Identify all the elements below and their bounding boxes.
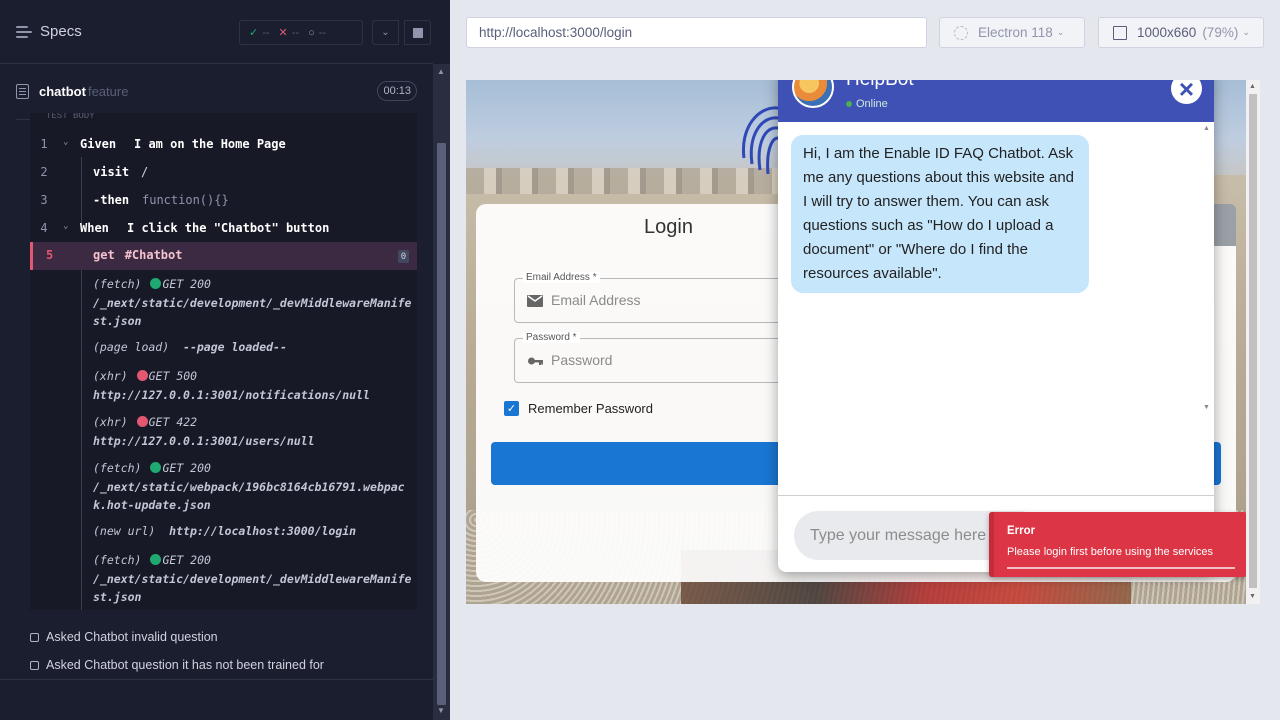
pending-test-icon	[30, 660, 39, 670]
password-field[interactable]: Password * Password	[514, 332, 814, 383]
failed-count: ✕ --	[278, 26, 300, 40]
chevron-down-button[interactable]: ⌄	[372, 20, 399, 45]
log-entry[interactable]: (fetch) GET 200 /_next/static/webpack/196…	[93, 459, 413, 515]
divider	[0, 679, 433, 680]
bot-name: HelpBot	[846, 80, 914, 91]
checkbox-checked-icon[interactable]: ✓	[504, 401, 519, 416]
scroll-up-arrow-icon[interactable]: ▲	[1203, 125, 1210, 132]
scroll-down-arrow-icon[interactable]: ▼	[1249, 593, 1256, 600]
bot-avatar	[792, 80, 834, 108]
bot-message: Hi, I am the Enable ID FAQ Chatbot. Ask …	[791, 135, 1089, 293]
email-field[interactable]: Email Address * Email Address	[514, 272, 814, 323]
toast-title: Error	[1007, 525, 1036, 537]
bot-status: Online	[846, 98, 888, 110]
command-name: visit	[93, 165, 130, 179]
toast-message: Please login first before using the serv…	[1007, 546, 1214, 558]
chatbot-close-button[interactable]: ×	[1171, 80, 1202, 104]
status-dot	[150, 554, 162, 565]
x-icon: ✕	[278, 27, 288, 39]
scroll-down-arrow-icon[interactable]: ▼	[437, 706, 445, 715]
section-label: TEST BODY	[46, 113, 95, 121]
electron-icon	[954, 25, 968, 40]
passed-count: ✓ --	[249, 26, 270, 40]
toast-accent	[989, 512, 994, 577]
divider	[778, 495, 1214, 496]
test-item[interactable]: Asked Chatbot invalid question	[30, 630, 218, 644]
online-dot-icon	[846, 101, 852, 107]
specs-header: Specs	[0, 0, 433, 64]
chevron-down-icon[interactable]: ⌄	[63, 137, 68, 147]
scroll-down-arrow-icon[interactable]: ▼	[1203, 404, 1210, 411]
indent-guide	[81, 157, 82, 229]
test-item[interactable]: Asked Chatbot question it has not been t…	[30, 658, 324, 672]
error-toast[interactable]: Error Please login first before using th…	[989, 512, 1247, 577]
mail-icon	[527, 295, 543, 307]
active-command[interactable]: 5 get #Chatbot 0	[30, 242, 417, 270]
scrollbar-thumb[interactable]	[437, 143, 446, 705]
scroll-up-arrow-icon[interactable]: ▲	[1249, 83, 1256, 90]
spec-extension: feature	[87, 83, 129, 99]
chatbot-window: HelpBot Online × Hi, I am the Enable ID …	[778, 80, 1214, 572]
ruler-icon	[1113, 25, 1127, 40]
command-arg: #Chatbot	[124, 248, 183, 262]
command-name: get	[93, 248, 115, 262]
status-dot	[136, 416, 148, 427]
pending-test-icon	[30, 632, 39, 642]
command-arg: /	[141, 165, 149, 179]
chevron-down-icon: ⌄	[381, 27, 390, 38]
chevron-down-icon: ⌄	[1242, 27, 1250, 37]
log-entry[interactable]: (xhr) GET 422 http://127.0.0.1:3001/users…	[93, 413, 413, 450]
status-dot	[150, 462, 162, 473]
viewport-selector[interactable]: 1000x660 (79%) ⌄	[1098, 17, 1264, 48]
log-entry[interactable]: (fetch) GET 200 /_next/static/development…	[93, 551, 413, 607]
command-name: -then	[93, 193, 130, 207]
login-title: Login	[644, 216, 693, 238]
chatbot-header: HelpBot Online ×	[778, 80, 1214, 122]
element-count-badge: 0	[398, 250, 409, 263]
step-keyword: When	[80, 221, 109, 235]
stop-button[interactable]	[404, 20, 431, 45]
scrollbar-thumb[interactable]	[1249, 94, 1257, 588]
chevron-down-icon[interactable]: ⌄	[63, 221, 68, 231]
document-icon	[16, 83, 29, 99]
step-text: I click the "Chatbot" button	[127, 221, 330, 235]
chevron-down-icon: ⌄	[1056, 27, 1065, 37]
chat-scrollbar[interactable]: ▲ ▼	[1202, 122, 1212, 414]
spinner-icon: ○	[308, 26, 315, 39]
command-log: TEST BODY 1 ⌄ Given I am on the Home Pag…	[30, 113, 417, 610]
app-under-test: http://localhost:3000/login Electron 118…	[450, 0, 1280, 720]
page-scrollbar[interactable]: ▲ ▼	[1246, 80, 1260, 604]
app-frame: Login Email Address * Email Address Pass…	[466, 80, 1260, 604]
command-arg: function(){}	[142, 193, 229, 207]
log-entry[interactable]: (new url) http://localhost:3000/login	[93, 522, 413, 541]
url-bar[interactable]: http://localhost:3000/login	[466, 17, 927, 48]
status-dot	[136, 370, 148, 381]
log-entry[interactable]: (page load) --page loaded--	[93, 338, 413, 357]
specs-title[interactable]: Specs	[40, 23, 82, 40]
status-dot	[150, 278, 162, 289]
log-entry[interactable]: (xhr) GET 500 http://127.0.0.1:3001/notif…	[93, 367, 413, 404]
stop-icon	[412, 27, 423, 38]
toast-progress-bar	[1007, 567, 1235, 569]
spec-duration: 00:13	[377, 81, 417, 101]
check-icon: ✓	[249, 27, 259, 39]
test-stats: ✓ -- ✕ -- ○ --	[239, 20, 363, 45]
indent-guide	[81, 270, 82, 610]
specs-menu-icon[interactable]	[16, 25, 32, 39]
step-keyword: Given	[80, 137, 117, 151]
pending-count: ○ --	[308, 26, 327, 39]
key-icon	[528, 357, 543, 365]
spec-file-row[interactable]: chatbot feature 00:13	[0, 76, 433, 106]
remember-password[interactable]: ✓ Remember Password	[504, 401, 653, 416]
log-entry[interactable]: (fetch) GET 200 /_next/static/development…	[93, 275, 413, 331]
browser-selector[interactable]: Electron 118 ⌄	[939, 17, 1085, 48]
step-text: I am on the Home Page	[134, 137, 286, 151]
spec-runner-panel: Specs ✓ -- ✕ -- ○ -- ⌄ chatbot feature 00:1…	[0, 0, 450, 720]
spec-name: chatbot	[39, 83, 86, 99]
scroll-up-arrow-icon[interactable]: ▲	[437, 67, 445, 76]
